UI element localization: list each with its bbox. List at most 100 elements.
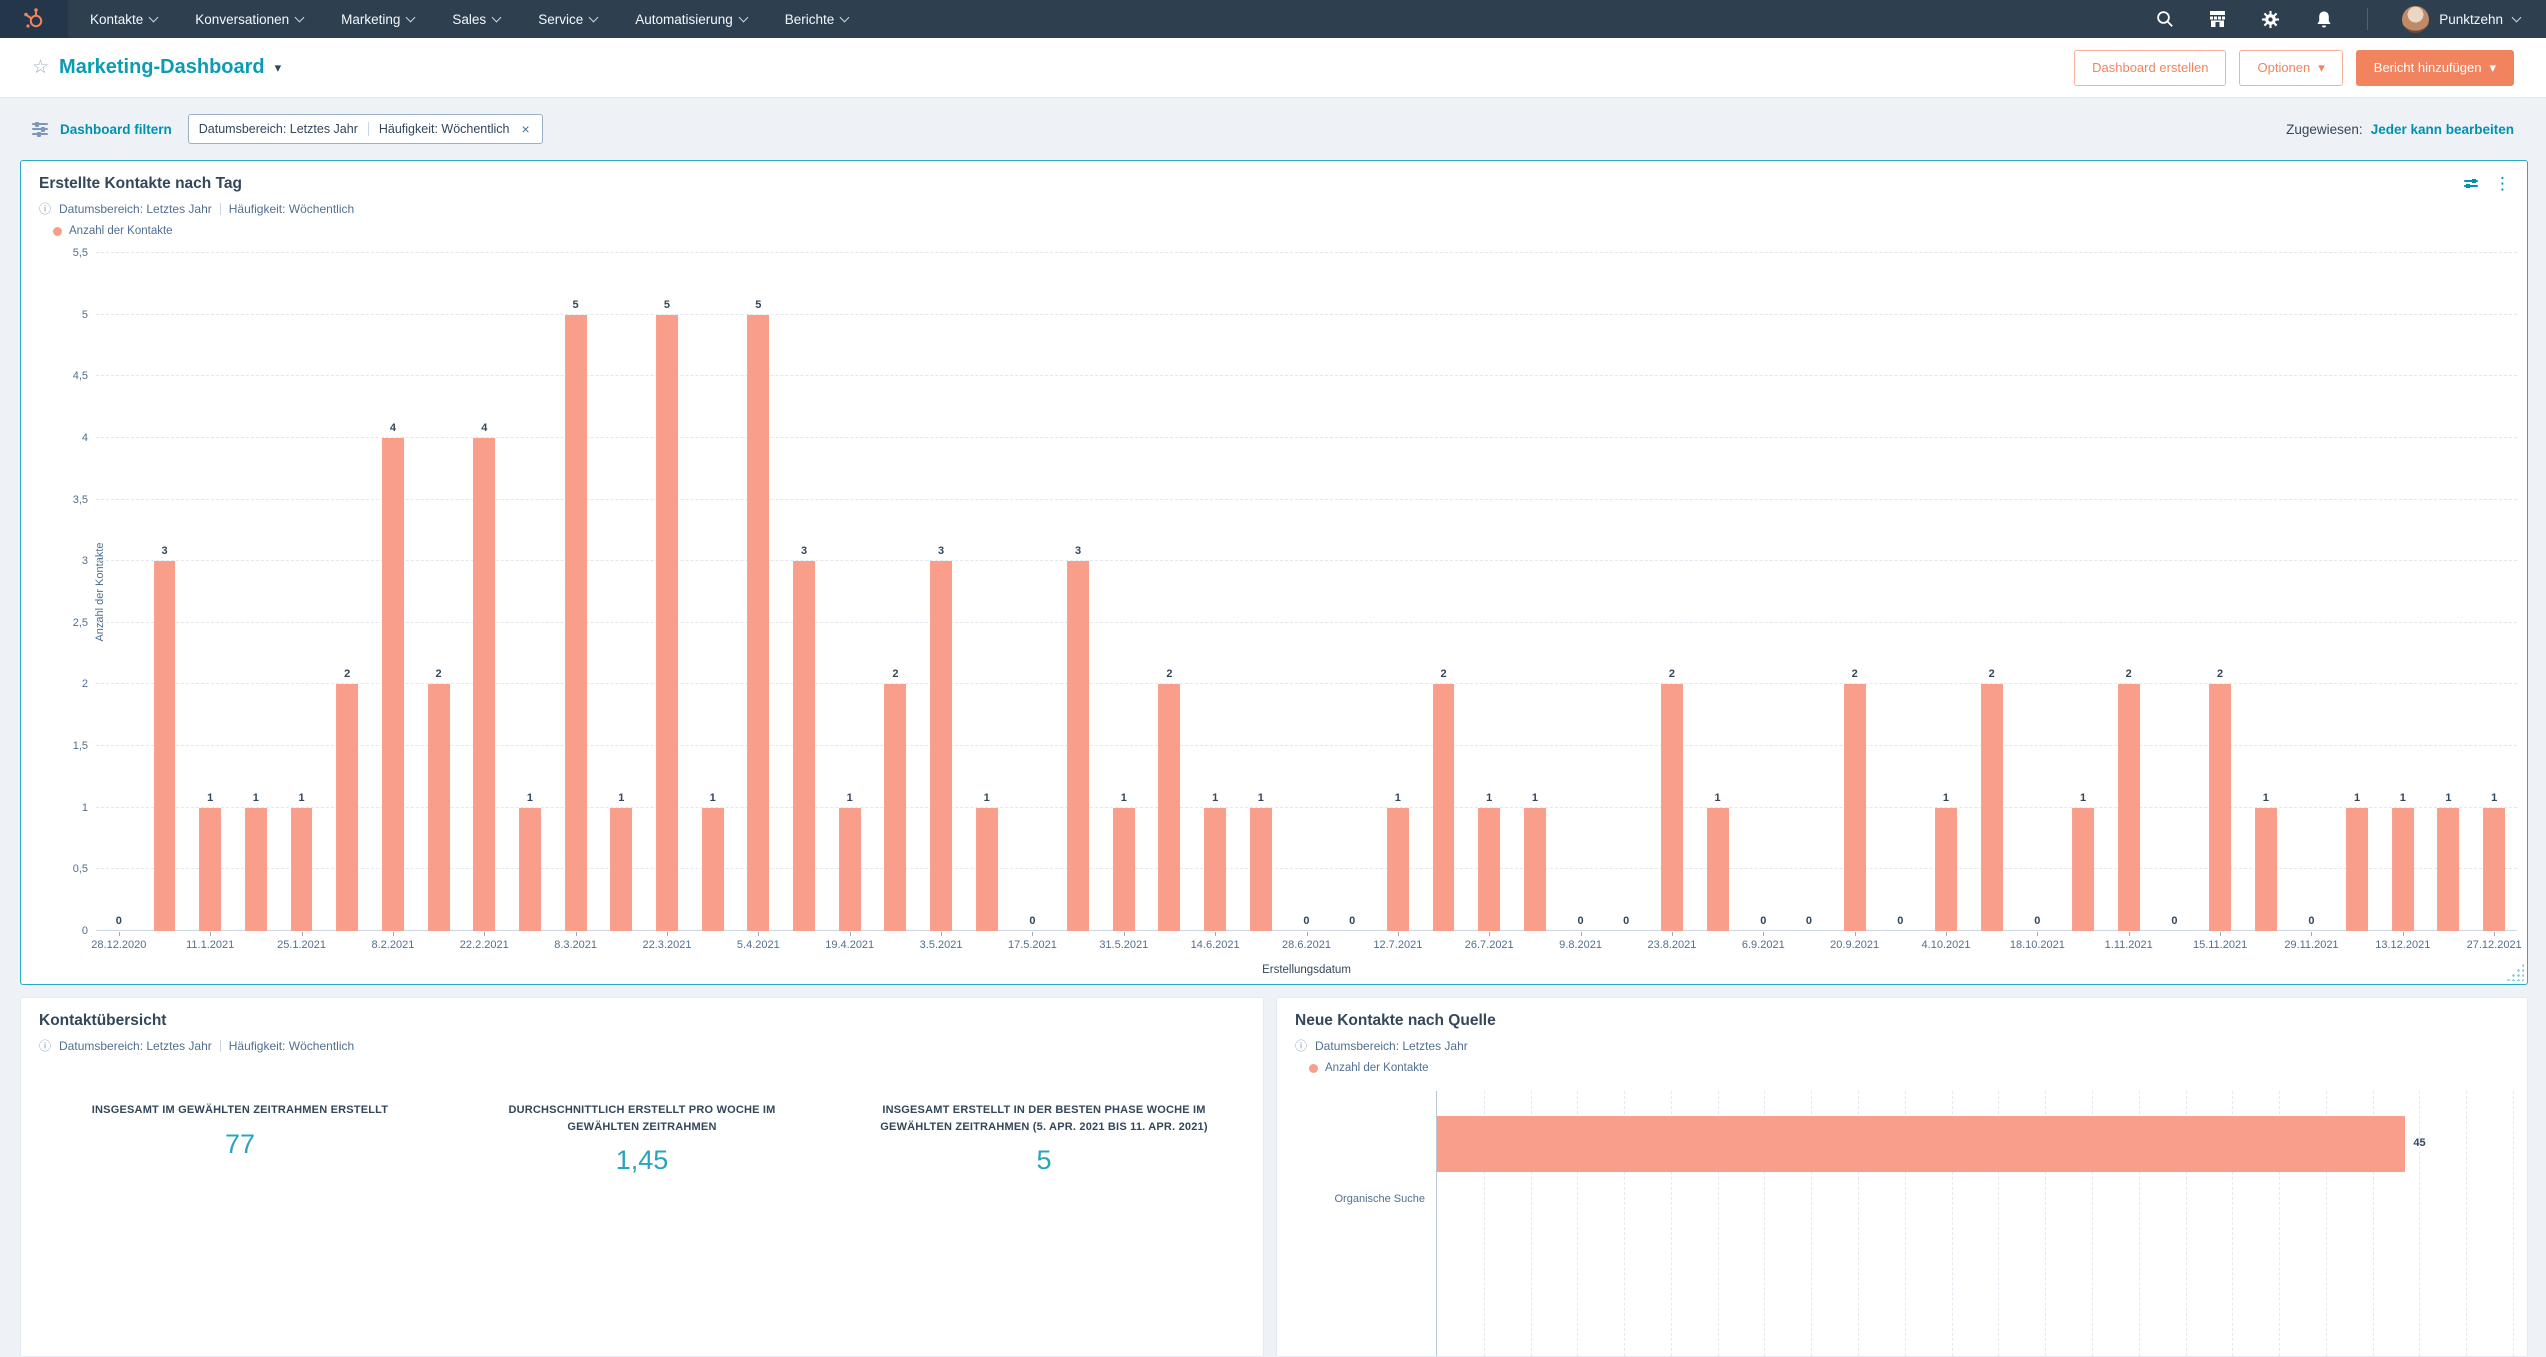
bar[interactable]: [747, 315, 769, 931]
nav-item-label: Konversationen: [195, 12, 289, 27]
bar[interactable]: [2209, 684, 2231, 931]
x-tick-label: 6.9.2021: [1742, 939, 1785, 951]
bar[interactable]: [1204, 808, 1226, 931]
bar[interactable]: [1661, 684, 1683, 931]
nav-item-berichte[interactable]: Berichte: [785, 12, 849, 27]
bar[interactable]: [610, 808, 632, 931]
bar[interactable]: [1844, 684, 1866, 931]
bar[interactable]: [382, 438, 404, 931]
bar[interactable]: [976, 808, 998, 931]
bar[interactable]: [702, 808, 724, 931]
daily-chart-plot: Anzahl der Kontakte 00,511,522,533,544,5…: [96, 253, 2517, 931]
notifications-bell-icon[interactable]: [2314, 10, 2333, 29]
chevron-down-icon: [406, 13, 416, 23]
bar[interactable]: [245, 808, 267, 931]
y-tick-label: 0: [82, 925, 88, 937]
bar[interactable]: [2346, 808, 2368, 931]
hubspot-logo[interactable]: [0, 0, 68, 38]
add-report-button[interactable]: Bericht hinzufügen▾: [2356, 50, 2514, 86]
create-dashboard-button[interactable]: Dashboard erstellen: [2074, 50, 2226, 86]
bar[interactable]: [428, 684, 450, 931]
assigned-label: Zugewiesen:: [2286, 122, 2363, 137]
bar[interactable]: [2392, 808, 2414, 931]
bar[interactable]: [1524, 808, 1546, 931]
x-axis-title: Erstellungsdatum: [96, 964, 2517, 976]
subtitle-divider: [220, 1040, 221, 1052]
bar[interactable]: [291, 808, 313, 931]
bar-value-label: 5: [664, 299, 670, 311]
report-filter-icon[interactable]: [2464, 180, 2478, 187]
bar[interactable]: [1935, 808, 1957, 931]
search-icon[interactable]: [2155, 10, 2174, 29]
bar[interactable]: [1113, 808, 1135, 931]
info-icon[interactable]: ⓘ: [1295, 1037, 1307, 1054]
options-button[interactable]: Optionen▾: [2239, 50, 2342, 86]
title-caret-icon[interactable]: ▾: [275, 60, 282, 76]
report-date-range: Datumsbereich: Letztes Jahr: [59, 202, 212, 216]
settings-gear-icon[interactable]: [2261, 10, 2280, 29]
bar[interactable]: [473, 438, 495, 931]
bar[interactable]: [2072, 808, 2094, 931]
bar[interactable]: [884, 684, 906, 931]
bar[interactable]: [1067, 561, 1089, 931]
filter-sliders-icon[interactable]: [32, 123, 48, 135]
x-tick-mark: [484, 932, 485, 936]
kebab-menu-icon[interactable]: ⋮: [2494, 175, 2511, 192]
nav-item-konversationen[interactable]: Konversationen: [195, 12, 303, 27]
info-icon[interactable]: ⓘ: [39, 200, 51, 217]
bar-slot: 1: [1101, 253, 1147, 931]
stat-value: 5: [873, 1145, 1215, 1176]
bar[interactable]: [656, 315, 678, 931]
bar-slot: 3: [1055, 253, 1101, 931]
bar[interactable]: [930, 561, 952, 931]
bar[interactable]: [1433, 684, 1455, 931]
bar[interactable]: [199, 808, 221, 931]
stat-total-created: INSGESAMT IM GEWÄHLTEN ZEITRAHMEN ERSTEL…: [39, 1102, 441, 1176]
bar[interactable]: [839, 808, 861, 931]
x-tick-label: 31.5.2021: [1099, 939, 1148, 951]
x-tick-label: 13.12.2021: [2375, 939, 2430, 951]
x-tick-label: 19.4.2021: [825, 939, 874, 951]
bar-value-label: 3: [801, 545, 807, 557]
bar[interactable]: [2255, 808, 2277, 931]
account-menu[interactable]: Punktzehn: [2402, 6, 2520, 33]
bar[interactable]: [1387, 808, 1409, 931]
bar[interactable]: [519, 808, 541, 931]
nav-item-sales[interactable]: Sales: [452, 12, 500, 27]
assigned-permission-link[interactable]: Jeder kann bearbeiten: [2371, 122, 2514, 137]
nav-item-automatisierung[interactable]: Automatisierung: [635, 12, 747, 27]
nav-item-marketing[interactable]: Marketing: [341, 12, 414, 27]
gridline: [2466, 1091, 2467, 1356]
bar[interactable]: [154, 561, 176, 931]
x-tick-mark: [1215, 932, 1216, 936]
y-tick-label: 5,5: [73, 247, 88, 259]
bar[interactable]: [1707, 808, 1729, 931]
chevron-down-icon: [295, 13, 305, 23]
bar[interactable]: [336, 684, 358, 931]
close-icon[interactable]: ×: [520, 121, 532, 137]
bar[interactable]: [1478, 808, 1500, 931]
nav-item-service[interactable]: Service: [538, 12, 597, 27]
bar[interactable]: [1250, 808, 1272, 931]
favorite-star-icon[interactable]: ☆: [32, 56, 49, 79]
bar[interactable]: [565, 315, 587, 931]
bar[interactable]: [2438, 808, 2460, 931]
nav-item-label: Sales: [452, 12, 486, 27]
bar[interactable]: [1158, 684, 1180, 931]
bar-slot: 1: [598, 253, 644, 931]
filter-chip[interactable]: Datumsbereich: Letztes Jahr Häufigkeit: …: [188, 114, 543, 144]
x-tick-label: 28.12.2020: [91, 939, 146, 951]
bar[interactable]: [2483, 808, 2505, 931]
bar[interactable]: [793, 561, 815, 931]
bar[interactable]: [2118, 684, 2140, 931]
bar[interactable]: [1437, 1116, 2405, 1172]
chevron-down-icon: [2512, 13, 2522, 23]
info-icon[interactable]: ⓘ: [39, 1037, 51, 1054]
y-tick-label: 2: [82, 678, 88, 690]
marketplace-icon[interactable]: [2208, 10, 2227, 29]
nav-item-kontakte[interactable]: Kontakte: [90, 12, 157, 27]
bar-slot: 4: [461, 253, 507, 931]
bar[interactable]: [1981, 684, 2003, 931]
dashboard-filter-link[interactable]: Dashboard filtern: [60, 122, 172, 137]
bar-slot: 1: [1375, 253, 1421, 931]
